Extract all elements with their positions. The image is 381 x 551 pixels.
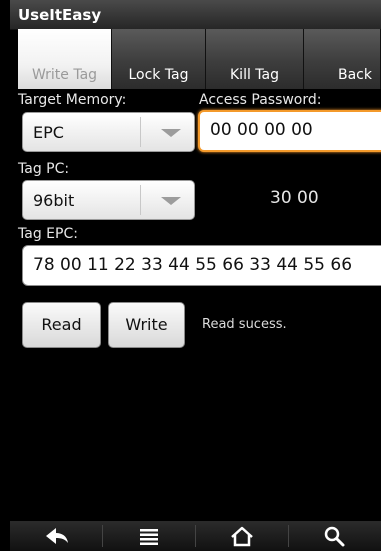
menu-nav-button[interactable] bbox=[103, 521, 195, 551]
menu-icon bbox=[140, 529, 158, 545]
search-icon bbox=[324, 526, 345, 547]
tab-lock-tag[interactable]: Lock Tag bbox=[112, 29, 206, 89]
dropdown-arrow-icon bbox=[161, 197, 181, 205]
tab-write-tag[interactable]: Write Tag bbox=[18, 29, 112, 89]
tag-epc-label: Tag EPC: bbox=[18, 226, 78, 242]
tag-pc-value: 96bit bbox=[33, 191, 75, 210]
select-divider bbox=[140, 117, 141, 147]
tab-back[interactable]: Back bbox=[304, 29, 381, 89]
system-nav-bar bbox=[10, 521, 381, 551]
tag-epc-input[interactable]: 78 00 11 22 33 44 55 66 33 44 55 66 bbox=[22, 245, 381, 286]
home-nav-button[interactable] bbox=[196, 521, 288, 551]
app-title: UseItEasy bbox=[18, 6, 102, 24]
tab-label: Lock Tag bbox=[128, 67, 189, 83]
dropdown-arrow-icon bbox=[161, 129, 181, 137]
write-button[interactable]: Write bbox=[108, 302, 185, 348]
access-password-label: Access Password: bbox=[199, 92, 322, 108]
title-bar: UseItEasy bbox=[10, 0, 381, 30]
home-icon bbox=[231, 526, 253, 547]
tab-bar: Write Tag Lock Tag Kill Tag Back bbox=[18, 29, 381, 89]
tag-pc-select[interactable]: 96bit bbox=[22, 180, 195, 220]
tag-pc-label: Tag PC: bbox=[18, 161, 70, 177]
select-divider bbox=[140, 185, 141, 215]
tab-kill-tag[interactable]: Kill Tag bbox=[206, 29, 304, 89]
tab-label: Back bbox=[338, 67, 372, 83]
search-nav-button[interactable] bbox=[289, 521, 381, 551]
back-icon bbox=[46, 528, 68, 544]
access-password-input[interactable]: 00 00 00 00 bbox=[198, 110, 381, 152]
target-memory-select[interactable]: EPC bbox=[22, 112, 195, 152]
app-screen: UseItEasy Write Tag Lock Tag Kill Tag Ba… bbox=[0, 0, 381, 551]
tab-label: Kill Tag bbox=[230, 67, 279, 83]
tab-label: Write Tag bbox=[31, 67, 98, 83]
status-text: Read sucess. bbox=[202, 317, 287, 332]
target-memory-value: EPC bbox=[33, 123, 64, 142]
target-memory-label: Target Memory: bbox=[18, 92, 127, 108]
read-button[interactable]: Read bbox=[22, 302, 101, 348]
tag-pc-hex-value: 30 00 bbox=[270, 188, 319, 208]
back-nav-button[interactable] bbox=[10, 521, 102, 551]
